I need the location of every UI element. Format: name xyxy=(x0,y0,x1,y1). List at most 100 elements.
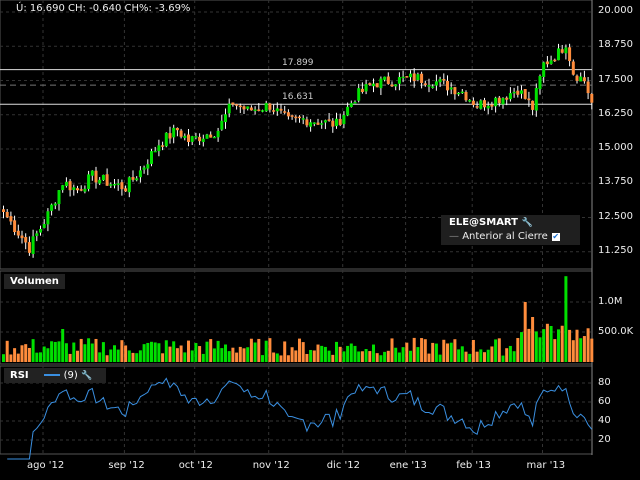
volume-bar xyxy=(508,345,512,362)
candle-body xyxy=(375,83,379,88)
volume-bar xyxy=(475,351,479,362)
candle-body xyxy=(90,170,94,176)
volume-bar xyxy=(238,346,242,362)
candle-body xyxy=(212,136,216,139)
volume-bar xyxy=(586,328,590,362)
volume-bar xyxy=(520,332,523,362)
volume-bar xyxy=(575,329,579,362)
candle-body xyxy=(420,73,424,83)
volume-bar xyxy=(423,339,427,362)
wrench-icon[interactable]: 🔧 xyxy=(81,371,92,381)
candle-body xyxy=(83,188,87,192)
volume-bar xyxy=(64,343,68,362)
volume-bar xyxy=(446,343,449,362)
candle-body xyxy=(360,88,364,92)
volume-bar xyxy=(316,344,320,362)
candle-body xyxy=(390,84,394,87)
volume-bar xyxy=(409,350,412,362)
candle-body xyxy=(298,116,301,119)
volume-bar xyxy=(172,341,176,362)
volume-bar xyxy=(523,302,527,362)
volume-bar xyxy=(464,351,468,362)
volume-bar xyxy=(13,348,17,362)
candle-body xyxy=(161,145,165,147)
candle-body xyxy=(416,74,420,81)
candle-body xyxy=(394,84,398,87)
candle-body xyxy=(142,167,146,170)
candle-body xyxy=(449,87,453,90)
volume-bar xyxy=(460,346,464,362)
volume-bar xyxy=(571,340,575,362)
volume-bar xyxy=(346,345,350,362)
volume-bar xyxy=(42,346,46,362)
volume-bar xyxy=(242,348,246,362)
candle-body xyxy=(438,79,442,83)
candle-body xyxy=(172,127,176,138)
price-tick: 18.750 xyxy=(598,39,633,51)
candle-body xyxy=(13,220,17,233)
candle-body xyxy=(187,134,190,142)
candle-body xyxy=(475,106,479,108)
volume-bar xyxy=(564,276,568,362)
candle-body xyxy=(483,100,486,108)
candle-body xyxy=(64,181,68,187)
candle-body xyxy=(264,103,268,112)
volume-bar xyxy=(79,338,83,362)
candle-body xyxy=(2,209,5,213)
candle-body xyxy=(205,134,209,139)
volume-bar xyxy=(527,328,531,362)
volume-bar xyxy=(357,351,361,362)
volume-bar xyxy=(290,347,294,362)
upper-line-label: 17.899 xyxy=(282,58,314,68)
lower-line-label: 16.631 xyxy=(282,92,314,102)
volume-bar xyxy=(457,349,461,362)
candle-body xyxy=(412,73,416,82)
volume-bar xyxy=(57,341,61,362)
candle-body xyxy=(582,77,586,82)
candle-body xyxy=(42,223,46,228)
volume-bar xyxy=(131,352,135,362)
volume-bar xyxy=(253,342,257,362)
volume-bar xyxy=(216,340,220,362)
candle-body xyxy=(386,76,390,84)
volume-bar xyxy=(201,353,205,362)
volume-bar xyxy=(372,344,375,362)
volume-bar xyxy=(294,350,298,362)
volume-bar xyxy=(138,350,142,362)
volume-bar xyxy=(220,348,224,362)
rsi-tick: 40 xyxy=(598,415,611,426)
volume-bar xyxy=(272,352,276,362)
volume-bar xyxy=(479,349,483,362)
candle-body xyxy=(120,182,124,190)
volume-bar xyxy=(383,351,387,362)
volume-bar xyxy=(20,345,24,362)
candle-body xyxy=(460,91,464,94)
volume-bar xyxy=(505,348,509,362)
candle-body xyxy=(9,216,13,222)
volume-bar xyxy=(113,345,116,362)
candle-body xyxy=(353,102,357,104)
volume-bar xyxy=(72,342,76,362)
wrench-icon[interactable]: 🔧 xyxy=(521,218,532,228)
legend-box: ELE@SMART 🔧 — Anterior al Cierre ✔ xyxy=(441,215,580,245)
candle-body xyxy=(501,98,505,105)
volume-bar xyxy=(420,338,424,362)
candle-body xyxy=(364,84,368,92)
candle-body xyxy=(209,134,213,138)
price-tick: 13.750 xyxy=(598,176,633,188)
candle-body xyxy=(98,179,102,184)
candle-body xyxy=(146,164,150,169)
volume-bar xyxy=(198,346,202,362)
candle-body xyxy=(168,133,172,139)
x-axis-label: sep '12 xyxy=(108,460,145,471)
candle-body xyxy=(290,115,294,117)
candle-body xyxy=(523,89,527,99)
volume-bar xyxy=(9,354,13,362)
quote-header: Ú: 16.690 CH: -0.640 CH%: -3.69% xyxy=(16,3,191,14)
volume-bar xyxy=(549,326,553,362)
series-visible-checkbox[interactable]: ✔ xyxy=(551,233,560,241)
volume-bar xyxy=(50,341,54,362)
rsi-tick: 60 xyxy=(598,396,611,407)
candle-body xyxy=(175,127,179,131)
candle-body xyxy=(531,100,535,110)
